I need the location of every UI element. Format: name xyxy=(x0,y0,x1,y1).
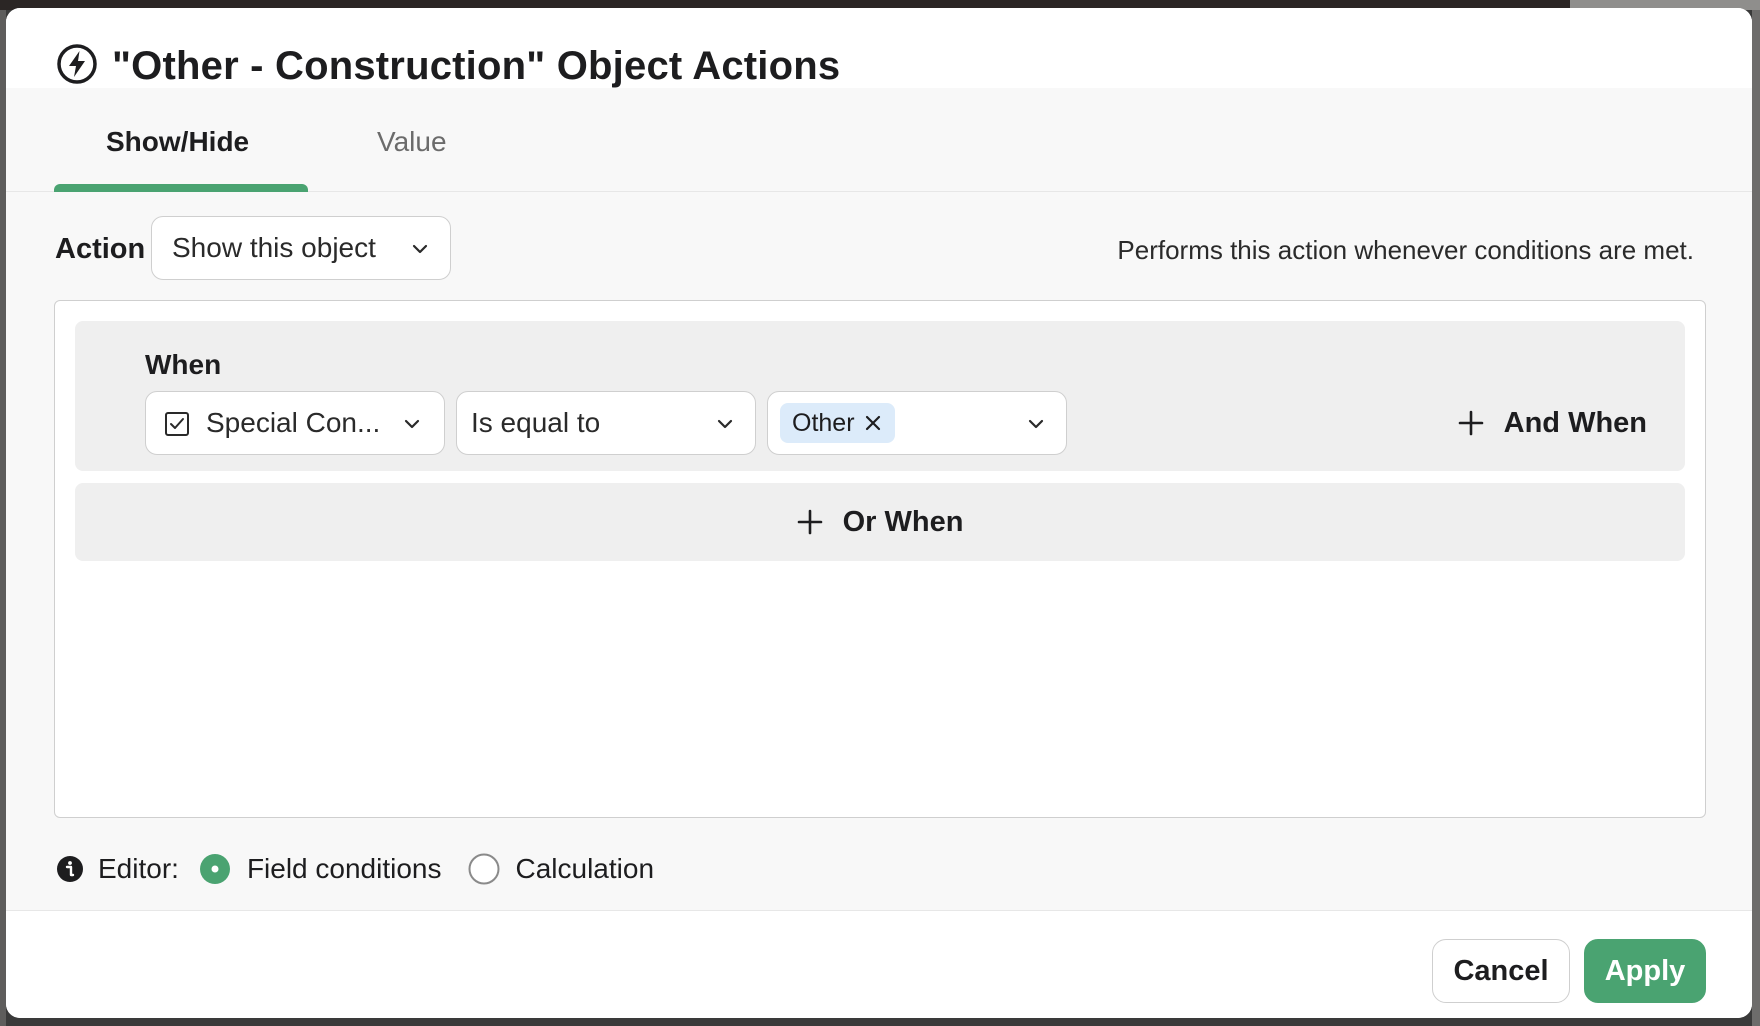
when-label: When xyxy=(145,349,222,380)
backdrop-right xyxy=(1752,10,1760,1026)
tab-show-hide[interactable]: Show/Hide xyxy=(106,126,249,158)
value-select[interactable]: Other xyxy=(767,391,1067,455)
conditions-box: When Special Con... Is equal to Other An… xyxy=(54,300,1706,818)
value-tag-label: Other xyxy=(792,408,855,437)
apply-button[interactable]: Apply xyxy=(1584,939,1706,1003)
radio-field-conditions[interactable]: Field conditions xyxy=(199,853,442,885)
object-actions-modal: "Other - Construction" Object Actions Sh… xyxy=(6,8,1752,1018)
field-select[interactable]: Special Con... xyxy=(145,391,445,455)
and-when-button[interactable]: And When xyxy=(1458,401,1647,445)
close-icon[interactable] xyxy=(863,413,883,433)
action-hint: Performs this action whenever conditions… xyxy=(1117,235,1694,265)
radio-label: Calculation xyxy=(515,853,655,884)
modal-footer: Cancel Apply xyxy=(6,910,1752,1018)
operator-select[interactable]: Is equal to xyxy=(456,391,756,455)
plus-icon xyxy=(1458,410,1483,436)
radio-unselected-icon xyxy=(468,853,499,885)
modal-header: "Other - Construction" Object Actions xyxy=(6,8,1752,88)
actions-body: Action Show this object Performs this ac… xyxy=(6,192,1752,910)
chevron-down-icon xyxy=(717,419,733,429)
modal-title: "Other - Construction" Object Actions xyxy=(112,44,841,88)
checkbox-icon xyxy=(165,412,189,436)
info-icon[interactable] xyxy=(56,855,84,883)
tab-value[interactable]: Value xyxy=(377,126,447,158)
action-select[interactable]: Show this object xyxy=(151,216,451,280)
radio-calculation[interactable]: Calculation xyxy=(468,853,655,885)
lightning-bolt-icon xyxy=(57,44,97,84)
radio-label: Field conditions xyxy=(246,853,442,884)
active-tab-indicator xyxy=(54,184,308,192)
chevron-down-icon xyxy=(404,419,420,429)
operator-select-value: Is equal to xyxy=(471,407,601,438)
or-when-label: Or When xyxy=(842,505,964,538)
or-when-button[interactable]: Or When xyxy=(75,483,1685,561)
editor-row: Editor: Field conditions Calculation xyxy=(56,844,680,894)
and-when-label: And When xyxy=(1503,406,1647,439)
action-select-value: Show this object xyxy=(172,232,376,263)
plus-icon xyxy=(797,509,822,535)
radio-selected-icon xyxy=(199,854,230,884)
action-label: Action xyxy=(55,233,146,265)
editor-label: Editor: xyxy=(98,853,179,884)
field-select-value: Special Con... xyxy=(206,407,381,438)
cancel-button[interactable]: Cancel xyxy=(1432,939,1570,1003)
value-tag: Other xyxy=(780,403,895,443)
chevron-down-icon xyxy=(1028,419,1044,429)
when-group: When Special Con... Is equal to Other An… xyxy=(75,321,1685,471)
tab-bar: Show/Hide Value xyxy=(6,88,1752,192)
chevron-down-icon xyxy=(412,244,428,254)
